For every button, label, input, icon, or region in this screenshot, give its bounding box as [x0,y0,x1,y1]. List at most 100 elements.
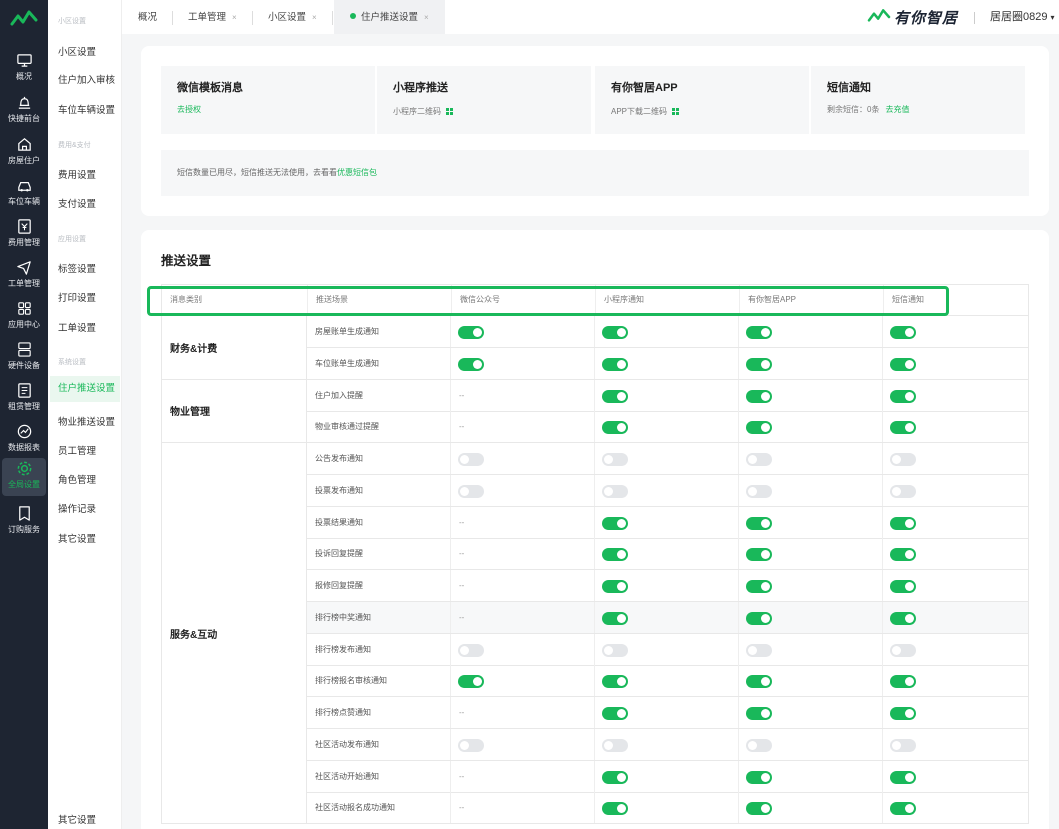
notification-toggle[interactable] [746,326,772,339]
toggle-cell [883,507,1027,538]
notification-toggle[interactable] [890,580,916,593]
notification-toggle[interactable] [890,326,916,339]
notification-toggle[interactable] [458,326,484,339]
notification-toggle[interactable] [890,357,916,371]
nav-rail-item[interactable]: 快捷前台 [2,92,46,130]
notification-toggle[interactable] [602,738,628,752]
notification-toggle[interactable] [458,484,484,498]
notification-toggle[interactable] [890,770,916,784]
notification-toggle[interactable] [602,580,628,593]
notification-toggle[interactable] [890,611,916,625]
recharge-link[interactable]: 去充值 [885,105,909,114]
nav-rail-item[interactable]: 数据报表 [2,421,46,459]
notification-toggle[interactable] [746,770,772,784]
notification-toggle[interactable] [746,675,772,689]
submenu-item-fee-settings[interactable]: 费用设置 [58,167,96,181]
tab-resident-push-settings[interactable]: 住户推送设置 × [334,0,445,34]
toggle-cell [595,728,739,760]
notification-toggle[interactable] [890,421,916,435]
notification-toggle[interactable] [602,548,628,562]
toggle-cell [595,570,739,601]
notification-toggle[interactable] [746,707,772,720]
nav-rail-item[interactable]: 应用中心 [2,298,46,336]
submenu-item-other-settings[interactable]: 其它设置 [58,531,96,545]
submenu-item-community-settings[interactable]: 小区设置 [58,44,96,58]
nav-rail-item[interactable]: 租赁管理 [2,380,46,418]
notification-toggle[interactable] [746,611,772,625]
nav-rail-item[interactable]: 车位车辆 [2,175,46,213]
notification-toggle[interactable] [602,357,628,371]
scene-cell: 车位账单生成通知 [307,347,451,379]
submenu-item-property-push-settings[interactable]: 物业推送设置 [58,414,115,428]
submenu-item-resident-review[interactable]: 住户加入审核 [58,72,115,86]
submenu-item-operation-log[interactable]: 操作记录 [58,501,96,515]
notification-toggle[interactable] [458,453,484,466]
sms-package-link[interactable]: 优惠短信包 [337,168,377,177]
notification-toggle[interactable] [602,326,628,339]
notification-toggle[interactable] [746,802,772,816]
submenu-item-payment-settings[interactable]: 支付设置 [58,196,96,210]
notification-toggle[interactable] [746,484,772,498]
submenu-item-resident-push-settings[interactable]: 住户推送设置 [50,376,120,402]
user-menu[interactable]: 居居圈0829 ▾ [990,0,1055,34]
settings-submenu: 小区设置 小区设置 住户加入审核 车位车辆设置 费用&支付 费用设置 支付设置 … [48,0,122,829]
notification-toggle[interactable] [602,453,628,466]
notification-toggle[interactable] [458,738,484,752]
notification-toggle[interactable] [602,611,628,625]
notification-toggle[interactable] [746,453,772,466]
notification-toggle[interactable] [458,643,484,657]
notification-toggle[interactable] [746,421,772,435]
nav-rail-item[interactable]: 硬件设备 [2,339,46,377]
notification-toggle[interactable] [602,421,628,435]
submenu-item-staff-management[interactable]: 员工管理 [58,443,96,457]
submenu-item-ticket-settings[interactable]: 工单设置 [58,320,96,334]
notification-toggle[interactable] [746,738,772,752]
nav-rail-item[interactable]: 全局设置 [2,458,46,496]
notification-toggle[interactable] [746,643,772,657]
notification-toggle[interactable] [458,675,484,689]
notification-toggle[interactable] [602,484,628,498]
notification-toggle[interactable] [890,643,916,657]
notification-toggle[interactable] [602,707,628,720]
tab-ticket-management[interactable]: 工单管理 × [188,0,237,34]
notification-toggle[interactable] [890,484,916,498]
close-icon[interactable]: × [312,13,317,22]
notification-toggle[interactable] [602,643,628,657]
nav-rail-item[interactable]: 订购服务 [2,503,46,541]
submenu-item-parking-settings[interactable]: 车位车辆设置 [58,102,115,116]
close-icon[interactable]: × [232,13,237,22]
notification-toggle[interactable] [458,357,484,371]
submenu-item-other-settings-bottom[interactable]: 其它设置 [58,812,96,826]
notification-toggle[interactable] [890,389,916,403]
nav-rail-item[interactable]: 工单管理 [2,257,46,295]
notification-toggle[interactable] [890,802,916,816]
nav-rail-item[interactable]: 房屋住户 [2,134,46,172]
notification-toggle[interactable] [602,516,628,530]
qrcode-icon[interactable] [446,108,453,115]
notification-toggle[interactable] [890,453,916,466]
nav-rail-item[interactable]: 费用管理 [2,216,46,254]
submenu-item-print-settings[interactable]: 打印设置 [58,290,96,304]
submenu-item-role-management[interactable]: 角色管理 [58,472,96,486]
notification-toggle[interactable] [890,707,916,720]
notification-toggle[interactable] [746,516,772,530]
qrcode-icon[interactable] [672,108,680,115]
notification-toggle[interactable] [890,548,916,562]
tab-community-settings[interactable]: 小区设置 × [268,0,317,34]
close-icon[interactable]: × [424,13,429,22]
notification-toggle[interactable] [746,580,772,593]
notification-toggle[interactable] [602,802,628,816]
notification-toggle[interactable] [746,357,772,371]
tab-overview[interactable]: 概况 [138,0,157,34]
authorize-link[interactable]: 去授权 [177,105,201,114]
notification-toggle[interactable] [890,516,916,530]
notification-toggle[interactable] [890,738,916,752]
submenu-item-tag-settings[interactable]: 标签设置 [58,261,96,275]
notification-toggle[interactable] [746,389,772,403]
notification-toggle[interactable] [602,675,628,689]
notification-toggle[interactable] [602,389,628,403]
notification-toggle[interactable] [890,675,916,689]
notification-toggle[interactable] [602,770,628,784]
notification-toggle[interactable] [746,548,772,562]
nav-rail-item[interactable]: 概况 [2,50,46,88]
